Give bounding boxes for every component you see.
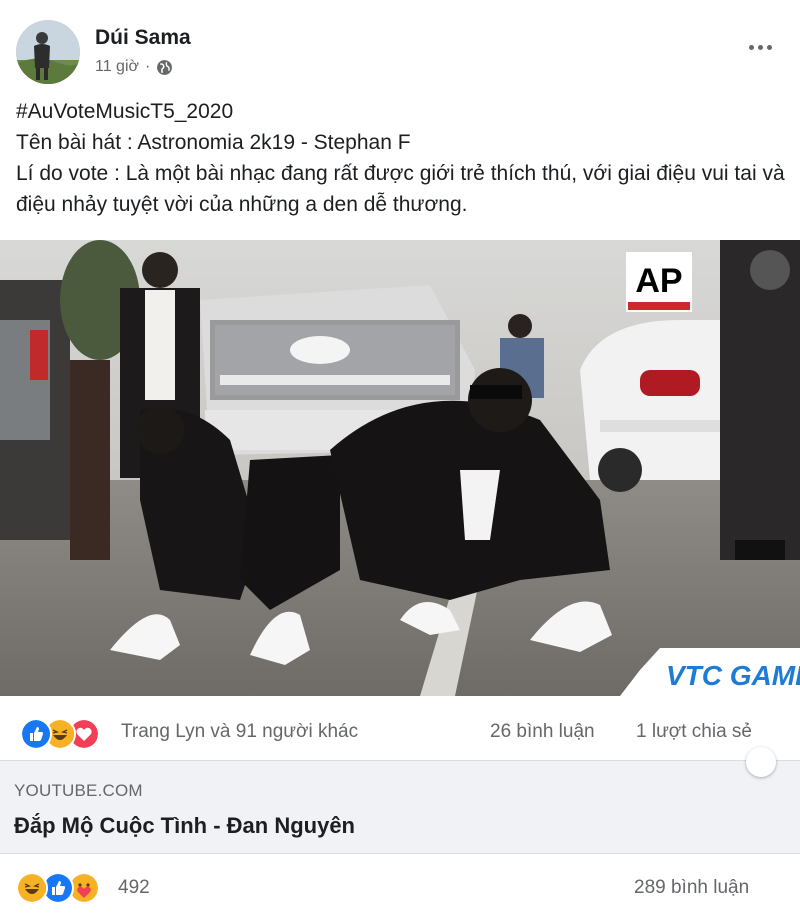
post-time[interactable]: 11 giờ	[95, 58, 139, 76]
bystander-right	[720, 240, 800, 560]
post-text: #AuVoteMusicT5_2020 Tên bài hát : Astron…	[16, 96, 786, 220]
song-line: Tên bài hát : Astronomia 2k19 - Stephan …	[16, 131, 411, 154]
like-icon	[20, 718, 52, 750]
more-icon-dot	[757, 44, 763, 50]
avatar[interactable]	[16, 20, 80, 84]
author-name[interactable]: Dúi Sama	[95, 26, 191, 50]
hashtag-link[interactable]: #AuVoteMusicT5_2020	[16, 100, 233, 123]
video-frame: AP VTC GAME	[0, 240, 800, 696]
meta-separator: ·	[145, 58, 151, 75]
shares-count[interactable]: 1 lượt chia sẻ	[636, 721, 752, 743]
reaction-names[interactable]: Trang Lyn và 91 người khác	[121, 721, 358, 743]
reaction-count[interactable]: 492	[118, 877, 150, 899]
reactions-bar: Trang Lyn và 91 người khác 26 bình luận …	[0, 706, 800, 758]
globe-icon	[157, 59, 173, 75]
reaction-icons[interactable]	[16, 872, 112, 906]
more-icon-dot	[766, 44, 772, 50]
link-preview[interactable]: YOUTUBE.COM Đắp Mộ Cuộc Tình - Đan Nguyê…	[0, 747, 800, 854]
link-title[interactable]: Đắp Mộ Cuộc Tình - Đan Nguyên	[14, 813, 355, 839]
reaction-icons[interactable]	[20, 718, 120, 750]
post-meta: 11 giờ ·	[95, 58, 173, 76]
avatar-image	[16, 20, 80, 84]
haha-icon	[16, 872, 48, 904]
comments-count[interactable]: 26 bình luận	[490, 721, 595, 743]
post-header: Dúi Sama 11 giờ ·	[0, 0, 800, 100]
comments-count[interactable]: 289 bình luận	[634, 877, 749, 899]
ap-logo: AP	[626, 252, 692, 312]
video-player[interactable]: AP VTC GAME	[0, 240, 800, 696]
next-post-reactions: 492 289 bình luận	[0, 860, 800, 915]
ap-logo-text: AP	[635, 262, 682, 300]
more-options-button[interactable]	[740, 32, 780, 62]
more-icon-dot	[748, 44, 754, 50]
reason-line: Lí do vote : Là một bài nhạc đang rất đư…	[16, 162, 785, 216]
preview-close-button[interactable]	[746, 747, 776, 777]
link-domain: YOUTUBE.COM	[14, 781, 143, 800]
vtc-watermark-text: VTC GAME	[666, 660, 800, 691]
